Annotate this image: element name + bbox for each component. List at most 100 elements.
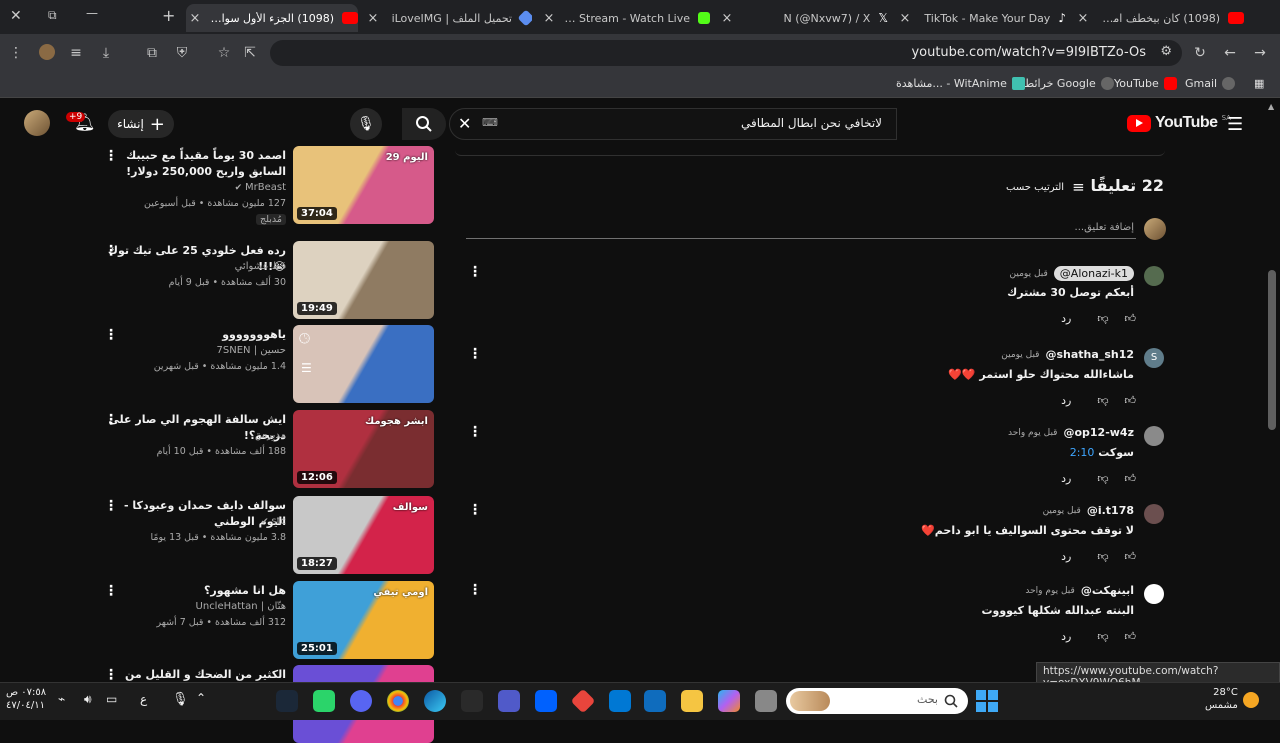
video-menu-icon[interactable]: ⋮	[104, 498, 118, 514]
channel-name[interactable]: قط عشوائي	[235, 261, 286, 272]
keyboard-icon[interactable]: ⌨	[482, 116, 498, 129]
dislike-icon[interactable]: 👎︎	[1097, 312, 1108, 325]
bookmark-star-icon[interactable]: ☆	[214, 44, 234, 62]
timestamp-link[interactable]: 2:10	[1070, 446, 1095, 459]
clock[interactable]: ٠٧:٥٨ ص ٤٧/٠٤/١١	[6, 686, 46, 712]
tab-tiktok[interactable]: × TikTok - Make Your Day ♪	[896, 4, 1066, 32]
related-video[interactable]: سوالف 18:27 سوالف دايف حمدان وعبودكا - الي…	[96, 496, 436, 574]
related-video[interactable]: اومي تيفي 25:01 هل انا مشهور؟ هتّان | Uncle…	[96, 581, 436, 659]
download-icon[interactable]: ⤓	[96, 44, 116, 62]
file-explorer-icon[interactable]	[681, 690, 703, 712]
comment-menu-icon[interactable]: ⋮	[468, 346, 482, 362]
chrome-icon[interactable]	[387, 690, 409, 712]
like-icon[interactable]: 👍︎	[1125, 550, 1137, 563]
add-comment-input[interactable]: إضافة تعليق...	[1075, 222, 1134, 233]
video-thumbnail[interactable]: اومي تيفي 25:01	[293, 581, 434, 659]
reply-button[interactable]: رد	[1061, 394, 1071, 407]
tab-nxv7-stream[interactable]: × Nxv7 Stream - Watch Live	[540, 4, 710, 32]
comment-time[interactable]: قبل يومين	[1001, 350, 1039, 360]
taskbar-search[interactable]: بحث	[786, 688, 968, 714]
reply-button[interactable]: رد	[1061, 472, 1071, 485]
apps-grid-icon[interactable]: ▦	[1254, 77, 1264, 90]
reply-button[interactable]: رد	[1061, 312, 1071, 325]
comment-author[interactable]: @ابينهكت	[1081, 584, 1134, 597]
video-menu-icon[interactable]: ⋮	[104, 243, 118, 259]
battery-icon[interactable]: ▭	[106, 692, 117, 706]
teams-icon[interactable]	[498, 690, 520, 712]
close-tab-icon[interactable]: ×	[896, 11, 914, 26]
store-icon[interactable]	[644, 690, 666, 712]
like-icon[interactable]: 👍︎	[1125, 312, 1137, 325]
tab-iloveimg[interactable]: × تحميل الملف | iLoveIMG	[364, 4, 532, 32]
extensions-icon[interactable]: ⧉	[142, 44, 162, 62]
window-maximize-icon[interactable]: ⧉	[48, 8, 57, 23]
steam-icon[interactable]	[276, 690, 298, 712]
shield-icon[interactable]: ⛨	[172, 44, 192, 62]
tab-video[interactable]: × (1098) الجزء الأول سوالف	[186, 4, 358, 32]
search-input[interactable]: لاتخافي نحن ابطال المطافي ✕ ⌨	[449, 108, 897, 140]
comment-time[interactable]: قبل يوم واحد	[1025, 586, 1074, 596]
forward-icon[interactable]: ←	[1220, 44, 1240, 62]
tab-youtube-other[interactable]: × (1098) كان بيخطف امي ولكن	[1074, 4, 1244, 32]
video-title[interactable]: اصمد 30 يوماً مقيداً مع حبيبك السابق وار…	[106, 148, 286, 180]
create-button[interactable]: إنشاء +	[108, 110, 174, 138]
like-icon[interactable]: 👍︎	[1125, 630, 1137, 643]
video-title[interactable]: سوالف دايف حمدان وعبودكا - اليوم الوطني	[106, 498, 286, 530]
avatar[interactable]	[1144, 504, 1164, 524]
video-thumbnail[interactable]: سوالف 18:27	[293, 496, 434, 574]
comment-author[interactable]: @op12-w4z	[1063, 426, 1134, 439]
windows-start-icon[interactable]	[976, 690, 998, 712]
channel-name[interactable]: stc ✔	[261, 516, 286, 527]
comment-menu-icon[interactable]: ⋮	[468, 264, 482, 280]
channel-name[interactable]: مديرس	[255, 430, 286, 441]
profile-avatar-icon[interactable]	[37, 44, 57, 62]
watch-later-icon[interactable]: 🕒︎	[299, 331, 310, 347]
clear-search-icon[interactable]: ✕	[458, 114, 471, 133]
bookmark-gmail[interactable]: Gmail	[1185, 77, 1236, 90]
close-tab-icon[interactable]: ×	[186, 11, 204, 26]
like-icon[interactable]: 👍︎	[1125, 472, 1137, 485]
close-tab-icon[interactable]: ×	[1074, 11, 1092, 26]
reload-icon[interactable]: ↻	[1190, 44, 1210, 62]
tray-overflow-icon[interactable]: ⌃	[196, 691, 206, 705]
dislike-icon[interactable]: 👎︎	[1097, 630, 1108, 643]
reply-button[interactable]: رد	[1061, 630, 1071, 643]
dropbox-icon[interactable]	[535, 690, 557, 712]
avatar[interactable]: S	[1144, 348, 1164, 368]
comment-author[interactable]: @i.t178	[1087, 504, 1134, 517]
close-tab-icon[interactable]: ×	[364, 11, 382, 26]
channel-name[interactable]: MrBeast ✔	[235, 182, 286, 193]
tab-x-profile[interactable]: × N (@Nxvw7) / X 𝕏	[718, 4, 888, 32]
site-settings-icon[interactable]: ⚙	[1160, 44, 1172, 59]
video-thumbnail[interactable]: 19:49	[293, 241, 434, 319]
close-tab-icon[interactable]: ×	[540, 11, 558, 26]
search-button[interactable]	[402, 108, 446, 140]
video-title[interactable]: هل انا مشهور؟	[106, 583, 286, 599]
comment-time[interactable]: قبل يومين	[1043, 506, 1081, 516]
voice-search-button[interactable]: 🎙︎	[350, 108, 382, 140]
video-thumbnail[interactable]: اليوم 29 37:04	[293, 146, 434, 224]
related-video[interactable]: 🕒︎ ☰ ياهووووووو حسين | 7SNEN 1.4 مليون مشاهد…	[96, 325, 436, 403]
comment-menu-icon[interactable]: ⋮	[468, 502, 482, 518]
install-app-icon[interactable]: ⇱	[240, 44, 260, 62]
app-window-icon[interactable]	[755, 690, 777, 712]
volume-icon[interactable]: 🔊︎	[84, 692, 92, 707]
video-menu-icon[interactable]: ⋮	[104, 583, 118, 599]
dislike-icon[interactable]: 👎︎	[1097, 472, 1108, 485]
copilot-icon[interactable]	[718, 690, 740, 712]
game-app-icon[interactable]	[313, 690, 335, 712]
discord-icon[interactable]	[350, 690, 372, 712]
comment-time[interactable]: قبل يوم واحد	[1008, 428, 1057, 438]
related-video[interactable]: الكثير من الضحك و القليل من البلاد 😂⋮	[96, 665, 436, 743]
add-to-queue-icon[interactable]: ☰	[301, 361, 312, 375]
window-close-icon[interactable]: ✕	[10, 8, 22, 24]
video-title[interactable]: ياهووووووو	[106, 327, 286, 343]
bookmark-youtube[interactable]: YouTube	[1114, 77, 1177, 90]
epic-games-icon[interactable]	[461, 690, 483, 712]
video-thumbnail[interactable]: ابشر هجومك 12:06	[293, 410, 434, 488]
avatar[interactable]	[24, 110, 50, 136]
comment-author[interactable]: @Alonazi-k1	[1053, 266, 1134, 281]
channel-name[interactable]: هتّان | UncleHattan	[196, 601, 286, 612]
address-bar[interactable]: youtube.com/watch?v=9I9IBTZo-Os ⚙	[270, 40, 1182, 66]
reply-button[interactable]: رد	[1061, 550, 1071, 563]
